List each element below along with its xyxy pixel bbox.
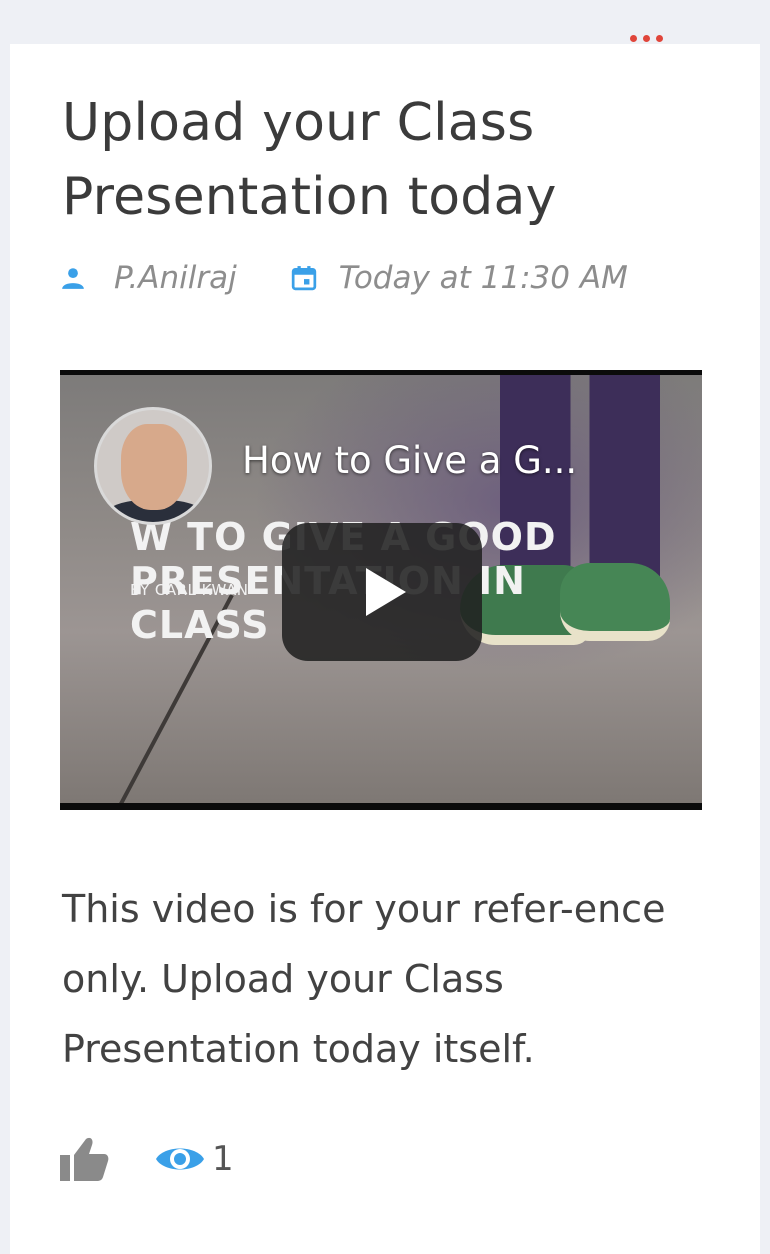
post-card: Upload your Class Presentation today P.A… [10,44,760,1254]
video-title[interactable]: How to Give a G... [242,439,662,482]
post-actions: 1 [58,1134,234,1184]
top-bar [0,0,770,44]
author-name: P.Anilraj [114,260,237,296]
more-options-icon[interactable] [630,32,676,44]
play-button[interactable] [282,523,482,661]
post-meta: P.Anilraj Today at 11:30 AM [60,256,628,300]
post-title: Upload your Class Presentation today [62,93,557,227]
view-count: 1 [212,1139,234,1179]
post-body: This video is for your refer-ence only. … [62,887,666,1071]
play-icon [366,568,406,616]
eye-icon [154,1139,206,1179]
channel-avatar[interactable] [94,407,212,525]
thumbnail-byline: BY CARL KWAN [130,581,249,599]
calendar-icon [291,265,317,291]
video-embed[interactable]: W TO GIVE A GOOD PRESENTATION IN CLASS B… [60,370,702,810]
post-timestamp: Today at 11:30 AM [338,260,628,296]
thumbs-up-icon[interactable] [58,1135,110,1183]
person-icon [60,265,86,291]
avatar-face [121,424,187,510]
